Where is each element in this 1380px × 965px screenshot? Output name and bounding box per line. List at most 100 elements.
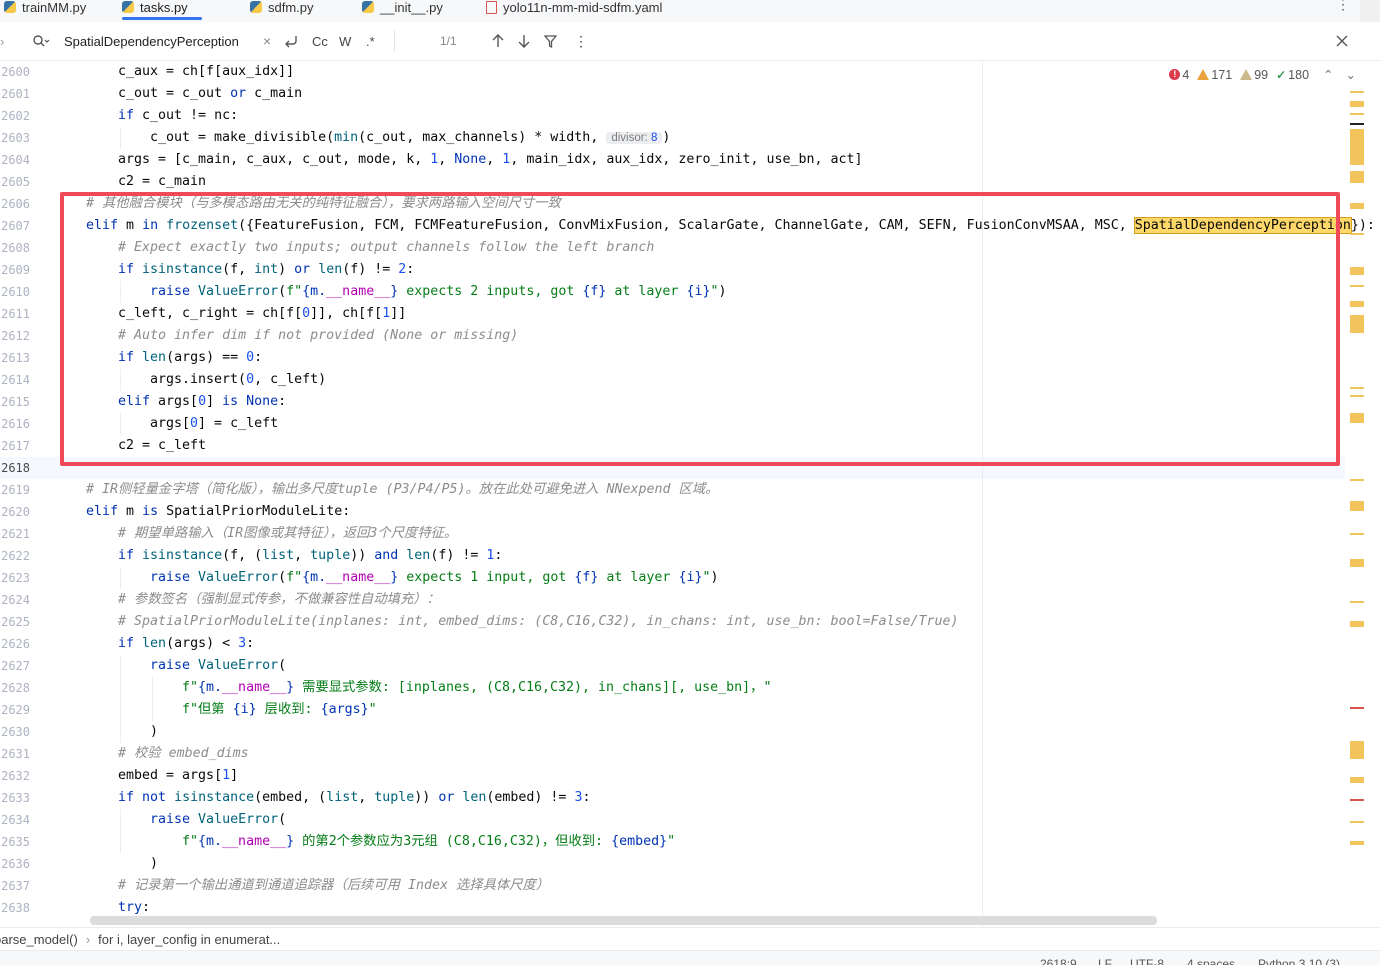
line-number: 2622 [1, 549, 30, 563]
editor-tab-bar: trainMM.py tasks.py sdfm.py __init__.py … [0, 0, 1380, 23]
code-line: if not isinstance(embed, (list, tuple)) … [118, 790, 591, 805]
stripe-mark [1350, 777, 1364, 783]
search-match-highlight: SpatialDependencyPerception [1133, 217, 1352, 234]
line-number: 2613 [1, 351, 30, 365]
code-line: raise ValueError(f"{m.__name__} expects … [150, 570, 719, 585]
line-number: 2630 [1, 725, 30, 739]
code-line: if len(args) == 0: [118, 350, 263, 365]
status-bar: 2618:9 LF UTF-8 4 spaces Python 3.10 (3) [0, 950, 1380, 965]
more-options-icon[interactable]: ⋮ [574, 22, 588, 60]
code-line: f"{m.__name__} 的第2个参数应为3元组 (C8,C16,C32)，… [182, 834, 676, 849]
error-stripe[interactable] [1350, 61, 1364, 927]
stripe-mark [1350, 267, 1364, 275]
line-number: 2608 [1, 241, 30, 255]
words-toggle[interactable]: W [339, 22, 351, 60]
line-number: 2620 [1, 505, 30, 519]
weak-warnings-indicator[interactable]: 99 [1240, 68, 1268, 82]
horizontal-scrollbar[interactable] [90, 916, 1157, 925]
line-number: 2602 [1, 109, 30, 123]
breadcrumb-separator-icon: › [85, 931, 91, 947]
line-number: 2609 [1, 263, 30, 277]
line-number: 2621 [1, 527, 30, 541]
indent-guide [120, 413, 121, 435]
filter-icon[interactable] [544, 22, 557, 60]
stripe-mark [1350, 501, 1364, 511]
tab-label: yolo11n-mm-mid-sdfm.yaml [503, 0, 663, 15]
more-tabs-icon[interactable]: ⋮ [1336, 0, 1350, 13]
code-line: args[0] = c_left [150, 416, 279, 431]
code-line: # 期望单路输入（IR图像或其特征），返回3个尺度特征。 [118, 526, 458, 541]
close-find-icon[interactable] [1336, 22, 1348, 60]
yaml-file-icon [486, 0, 497, 14]
search-history-icon[interactable] [32, 22, 50, 60]
tab-yaml[interactable]: yolo11n-mm-mid-sdfm.yaml [486, 0, 662, 20]
tab-tasks[interactable]: tasks.py [122, 0, 202, 20]
tab-trainmm[interactable]: trainMM.py [4, 0, 86, 20]
stripe-mark [1350, 559, 1364, 567]
line-number: 2610 [1, 285, 30, 299]
stripe-mark [1350, 841, 1364, 845]
error-stripe-mark [1350, 799, 1364, 801]
stripe-mark [1350, 821, 1364, 823]
stripe-mark [1350, 479, 1364, 481]
typos-indicator[interactable]: ✓ 180 [1276, 68, 1309, 82]
code-line: ) [150, 724, 159, 739]
previous-occurrence-icon[interactable] [492, 22, 504, 60]
line-number-current: 2618 [1, 461, 30, 475]
new-line-icon[interactable] [284, 22, 298, 60]
tab-label: trainMM.py [22, 0, 87, 15]
code-editor[interactable]: 2600 2601 2602 2603 2604 2605 2606 2607 … [0, 61, 1380, 927]
line-number: 2614 [1, 373, 30, 387]
errors-indicator[interactable]: ! 4 [1169, 68, 1189, 82]
code-line: if isinstance(f, (list, tuple)) and len(… [118, 548, 503, 563]
code-line: ) [150, 856, 159, 871]
stripe-mark [1350, 621, 1364, 627]
indent-guide [120, 127, 121, 149]
code-line: c_aux = ch[f[aux_idx]] [118, 64, 295, 79]
code-line: # IR侧轻量金字塔（简化版），输出多尺度tuple (P3/P4/P5)。放在… [86, 482, 719, 497]
stripe-mark [1350, 101, 1364, 107]
indent-guide [120, 655, 121, 743]
tab-init[interactable]: __init__.py [362, 0, 443, 20]
line-number: 2611 [1, 307, 30, 321]
code-line: c2 = c_main [118, 174, 207, 189]
code-line: if isinstance(f, int) or len(f) != 2: [118, 262, 415, 277]
line-number: 2615 [1, 395, 30, 409]
find-input[interactable]: SpatialDependencyPerception [64, 22, 239, 60]
breadcrumb-item[interactable]: parse_model() [0, 932, 78, 947]
clear-search-icon[interactable]: × [263, 22, 271, 60]
breadcrumb: parse_model() › for i, layer_config in e… [0, 927, 1380, 950]
regex-toggle[interactable]: .* [366, 22, 375, 60]
collapse-chevron-icon[interactable]: › [0, 22, 4, 60]
code-line: if c_out != nc: [118, 108, 239, 123]
code-line: elif args[0] is None: [118, 394, 287, 409]
line-number: 2638 [1, 901, 30, 915]
breadcrumb-item[interactable]: for i, layer_config in enumerat... [98, 932, 280, 947]
code-line: elif m is SpatialPriorModuleLite: [86, 504, 351, 519]
code-line: c_out = make_divisible(min(c_out, max_ch… [150, 130, 671, 145]
code-line: # 校验 embed_dims [118, 746, 249, 761]
stripe-mark [1350, 601, 1364, 603]
code-line: # Expect exactly two inputs; output chan… [118, 240, 655, 255]
code-line: args = [c_main, c_aux, c_out, mode, k, 1… [118, 152, 863, 167]
previous-problem-icon[interactable]: ⌃ [1323, 67, 1333, 82]
stripe-mark [1350, 387, 1364, 389]
warnings-indicator[interactable]: 171 [1197, 68, 1232, 82]
weak-warning-icon [1240, 69, 1253, 80]
stripe-mark [1350, 233, 1364, 235]
line-number: 2600 [1, 65, 30, 79]
stripe-mark [1350, 301, 1364, 307]
error-stripe-mark [1350, 707, 1364, 709]
tab-scrollbar[interactable] [1360, 0, 1380, 22]
inspections-widget[interactable]: ! 4 171 99 ✓ 180 ⌃ ⌄ [1165, 67, 1356, 82]
line-number: 2606 [1, 197, 30, 211]
match-case-toggle[interactable]: Cc [312, 22, 328, 60]
code-line: embed = args[1] [118, 768, 239, 783]
code-line: f"{m.__name__} 需要显式参数: [inplanes, (C8,C1… [182, 680, 772, 695]
stripe-mark [1350, 315, 1364, 333]
stripe-mark [1350, 123, 1364, 125]
code-line: raise ValueError( [150, 812, 287, 827]
line-number: 2628 [1, 681, 30, 695]
next-occurrence-icon[interactable] [518, 22, 530, 60]
tab-sdfm[interactable]: sdfm.py [250, 0, 314, 20]
